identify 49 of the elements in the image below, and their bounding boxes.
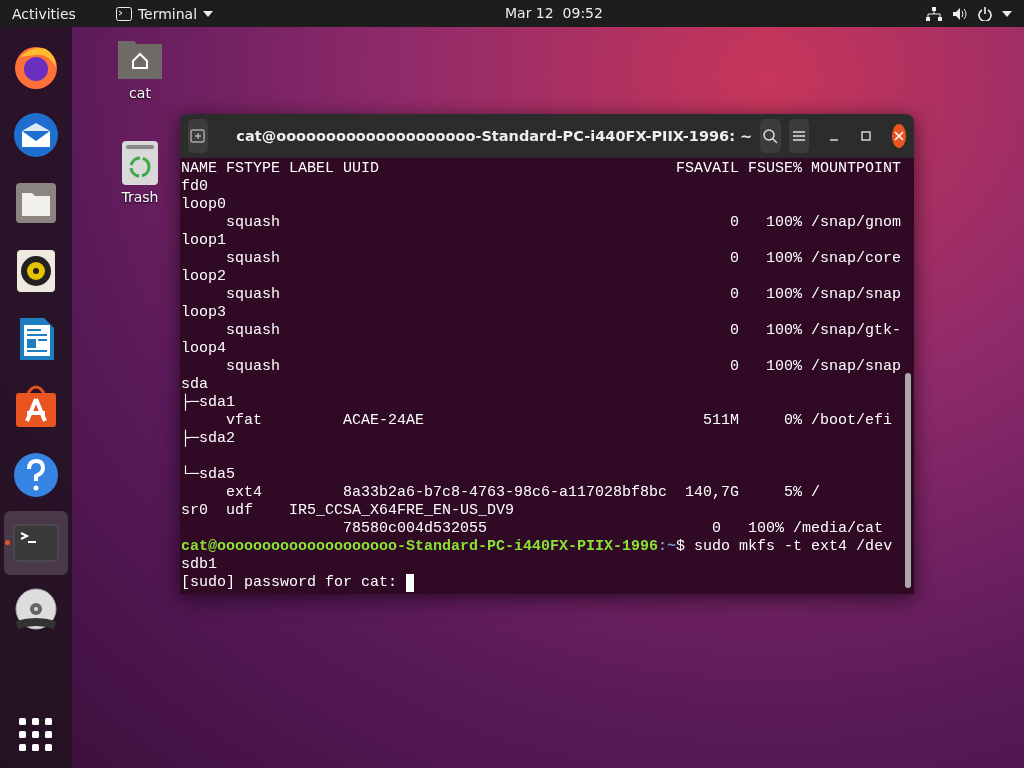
desktop-icon-label[interactable]: Trash <box>121 189 159 205</box>
caret-icon <box>203 10 214 17</box>
terminal-line: squash 0 100% /snap/snap <box>225 358 902 376</box>
mail-icon <box>12 111 60 159</box>
network-icon <box>926 6 942 21</box>
terminal-line: [sudo] password for cat: <box>181 574 399 592</box>
close-button[interactable] <box>891 124 907 148</box>
power-icon <box>978 6 992 21</box>
terminal-line: sdb1 <box>181 556 217 574</box>
terminal-line: loop2 <box>181 268 226 286</box>
terminal-icon <box>115 6 132 21</box>
terminal-line: 78580c004d532055 0 100% /media/cat <box>342 520 884 538</box>
search-icon <box>762 128 779 144</box>
terminal-line: squash 0 100% /snap/gnom <box>225 214 902 232</box>
terminal-line: squash 0 100% /snap/gtk- <box>225 322 902 340</box>
terminal-line: sr0 udf IR5_CCSA_X64FRE_EN-US_DV9 <box>181 502 515 520</box>
menu-button[interactable] <box>788 119 809 153</box>
caret-icon <box>1002 10 1012 17</box>
new-tab-button[interactable] <box>188 119 209 153</box>
clock[interactable]: Mar 12 09:52 <box>505 5 603 21</box>
terminal-line: loop4 <box>181 340 226 358</box>
close-icon <box>893 131 904 141</box>
volume-icon <box>952 6 968 21</box>
terminal-line: loop0 <box>181 196 226 214</box>
terminal-line: ext4 8a33b2a6-b7c8-4763-98c6-a117028bf8bc 140,7G 5% / <box>225 484 821 502</box>
terminal-line: squash 0 100% /snap/snap <box>225 286 902 304</box>
terminal-line: loop1 <box>181 232 226 250</box>
minimize-icon <box>829 139 840 141</box>
search-button[interactable] <box>760 119 781 153</box>
terminal-line: ├─sda2 <box>181 430 235 448</box>
app-grid-button[interactable] <box>19 718 53 752</box>
window-title: cat@oooooooooooooooooooo-Standard-PC-i440FX-PIIX-1996: ~ <box>235 128 753 144</box>
terminal-line: └─sda5 <box>181 466 235 484</box>
terminal-line: loop3 <box>181 304 226 322</box>
desktop-icon-label[interactable]: cat <box>129 85 151 101</box>
activities-button[interactable]: Activities <box>12 5 76 22</box>
question-mark-icon <box>12 451 60 499</box>
terminal-line: vfat ACAE-24AE 511M 0% /boot/efi <box>225 412 893 429</box>
terminal-line: NAME FSTYPE LABEL UUID FSAVAIL FSUSE% MOUNTPOINT <box>181 160 902 178</box>
plus-icon <box>190 128 207 144</box>
scrollbar-thumb[interactable] <box>905 373 911 588</box>
prompt-line: cat@oooooooooooooooooooo-Standard-PC-i440FX-PIIX-1996:~$ sudo mkfs -t ext4 /dev <box>181 538 893 556</box>
terminal-line: squash 0 100% /snap/core <box>225 250 902 268</box>
terminal-line: ├─sda1 <box>181 394 235 412</box>
maximize-icon <box>861 131 872 141</box>
menu-icon <box>791 130 806 142</box>
terminal-line: sda <box>181 376 208 393</box>
terminal-line: fd0 <box>181 178 208 196</box>
app-menu[interactable]: Terminal <box>115 5 214 22</box>
